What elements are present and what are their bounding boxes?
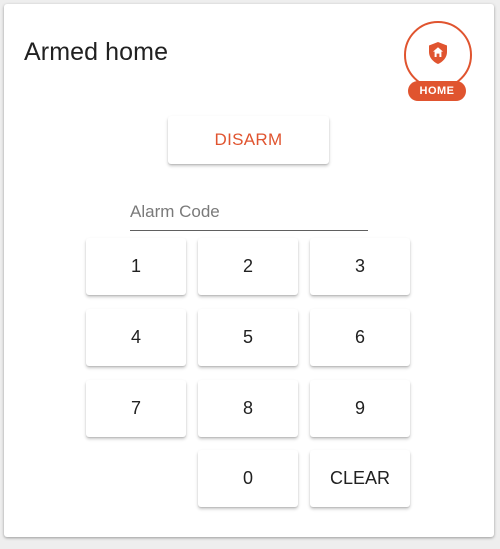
alarm-panel-card: Armed home HOME DISARM 1 2 3 4 5 6 7 8 9… [4, 4, 494, 537]
keypad-9-button[interactable]: 9 [310, 380, 410, 437]
keypad-4-button[interactable]: 4 [86, 309, 186, 366]
keypad-3-button[interactable]: 3 [310, 238, 410, 295]
shield-home-icon [429, 42, 447, 64]
keypad-clear-button[interactable]: CLEAR [310, 450, 410, 507]
keypad-5-button[interactable]: 5 [198, 309, 298, 366]
keypad-6-button[interactable]: 6 [310, 309, 410, 366]
keypad-2-button[interactable]: 2 [198, 238, 298, 295]
status-badge-label: HOME [408, 81, 466, 101]
keypad-8-button[interactable]: 8 [198, 380, 298, 437]
keypad-7-button[interactable]: 7 [86, 380, 186, 437]
keypad-0-button[interactable]: 0 [198, 450, 298, 507]
alarm-state-title: Armed home [24, 38, 169, 66]
status-badge: HOME [404, 21, 472, 101]
alarm-code-input[interactable] [130, 196, 368, 231]
disarm-button[interactable]: DISARM [168, 116, 329, 164]
keypad-1-button[interactable]: 1 [86, 238, 186, 295]
